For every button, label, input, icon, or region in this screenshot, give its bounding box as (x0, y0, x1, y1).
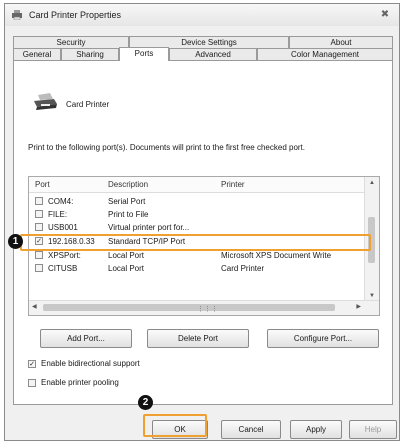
pooling-label: Enable printer pooling (41, 378, 119, 387)
apply-button[interactable]: Apply (290, 420, 342, 439)
port-name: FILE: (48, 210, 68, 219)
list-header: Port Description Printer (29, 177, 365, 193)
scroll-grip-icon: ⋮⋮⋮ (197, 306, 218, 313)
list-item[interactable]: COM4: Serial Port (29, 195, 365, 208)
port-checkbox[interactable] (35, 264, 43, 272)
tab-about[interactable]: About (289, 36, 393, 48)
properties-dialog: Card Printer Properties ✖ Security Devic… (4, 3, 400, 441)
scroll-down-icon[interactable]: ▼ (369, 293, 375, 299)
title-bar: Card Printer Properties ✖ (5, 4, 399, 26)
port-description: Print to File (108, 210, 149, 219)
tab-security[interactable]: Security (13, 36, 129, 48)
ok-button-highlight (143, 414, 207, 437)
delete-port-button[interactable]: Delete Port (147, 329, 249, 348)
pooling-checkbox[interactable] (28, 379, 36, 387)
tab-color-management[interactable]: Color Management (257, 48, 393, 60)
ports-panel: Card Printer Print to the following port… (13, 60, 393, 405)
bidirectional-label: Enable bidirectional support (41, 359, 140, 368)
tab-row-top: Security Device Settings About (13, 36, 393, 48)
selected-port-highlight (20, 234, 371, 251)
window-title: Card Printer Properties (29, 10, 122, 20)
port-checkbox[interactable] (35, 197, 43, 205)
printer-icon (12, 10, 22, 20)
printer-name: Card Printer (66, 100, 110, 109)
printer-icon (34, 93, 57, 110)
column-description[interactable]: Description (108, 180, 148, 189)
port-checkbox[interactable] (35, 210, 43, 218)
list-item[interactable]: CITUSB Local Port Card Printer (29, 262, 365, 275)
bidirectional-checkbox[interactable]: ✓ (28, 360, 36, 368)
port-description: Serial Port (108, 197, 146, 206)
list-item[interactable]: FILE: Print to File (29, 208, 365, 221)
horizontal-scroll-thumb[interactable]: ⋮⋮⋮ (43, 304, 335, 313)
column-port[interactable]: Port (35, 180, 50, 189)
port-printer: Card Printer (221, 264, 265, 273)
callout-1: 1 (8, 234, 23, 249)
tab-general[interactable]: General (13, 48, 61, 60)
scroll-left-icon[interactable]: ◀ (32, 303, 37, 310)
callout-2: 2 (138, 395, 153, 410)
horizontal-scrollbar[interactable]: ◀ ⋮⋮⋮ ▶ (29, 300, 379, 315)
port-printer: Microsoft XPS Document Write (221, 251, 332, 260)
tab-row-bottom: General Sharing Ports Advanced Color Man… (13, 47, 393, 61)
tab-advanced[interactable]: Advanced (169, 48, 257, 60)
scroll-right-icon[interactable]: ▶ (356, 303, 361, 310)
help-button[interactable]: Help (349, 420, 397, 439)
column-printer[interactable]: Printer (221, 180, 245, 189)
port-name: CITUSB (48, 264, 78, 273)
close-icon[interactable]: ✖ (377, 8, 393, 22)
port-checkbox[interactable] (35, 251, 43, 259)
instructions-text: Print to the following port(s). Document… (28, 143, 306, 152)
tab-strip: Security Device Settings About General S… (13, 36, 393, 61)
port-description: Local Port (108, 264, 145, 273)
cancel-button[interactable]: Cancel (221, 420, 281, 439)
port-description: Virtual printer port for... (108, 223, 190, 232)
port-description: Local Port (108, 251, 145, 260)
tab-ports[interactable]: Ports (119, 47, 169, 61)
scroll-up-icon[interactable]: ▲ (369, 180, 375, 186)
port-name: XPSPort: (48, 251, 81, 260)
port-checkbox[interactable] (35, 223, 43, 231)
port-name: COM4: (48, 197, 74, 206)
add-port-button[interactable]: Add Port... (40, 329, 132, 348)
list-item[interactable]: USB001 Virtual printer port for... (29, 221, 365, 234)
tab-sharing[interactable]: Sharing (61, 48, 119, 60)
port-name: USB001 (48, 223, 78, 232)
configure-port-button[interactable]: Configure Port... (267, 329, 379, 348)
